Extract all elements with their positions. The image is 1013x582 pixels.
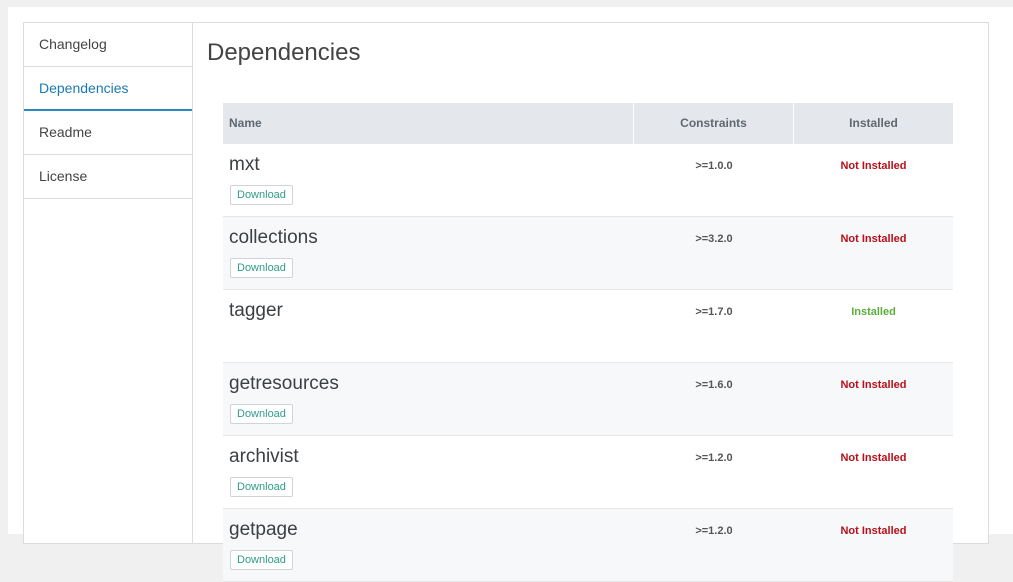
download-button[interactable]: Download (230, 258, 293, 278)
column-header-installed[interactable]: Installed (794, 103, 953, 144)
table-header: Name Constraints Installed (223, 103, 953, 144)
constraint-value: >=3.2.0 (695, 233, 733, 245)
table-row: getresources Download >=1.6.0 Not Instal… (223, 363, 953, 436)
download-button[interactable]: Download (230, 550, 293, 570)
page: Changelog Dependencies Readme License De… (8, 7, 1013, 582)
tab-readme[interactable]: Readme (24, 111, 192, 155)
package-cell: getresources Download (223, 363, 634, 435)
package-name: archivist (229, 446, 299, 467)
package-name: tagger (229, 300, 283, 321)
package-name: getresources (229, 373, 339, 394)
constraint-value: >=1.7.0 (695, 306, 733, 318)
table-row: archivist Download >=1.2.0 Not Installed (223, 436, 953, 509)
download-button[interactable]: Download (230, 404, 293, 424)
sidebar-tabs: Changelog Dependencies Readme License (24, 23, 193, 543)
package-cell: mxt Download (223, 144, 634, 216)
status-installed: Installed (851, 306, 896, 318)
tab-license[interactable]: License (24, 155, 192, 199)
package-name: getpage (229, 519, 298, 540)
column-header-name[interactable]: Name (223, 103, 634, 144)
table-row: tagger >=1.7.0 Installed (223, 290, 953, 363)
status-not-installed: Not Installed (840, 452, 907, 464)
constraint-value: >=1.0.0 (695, 160, 733, 172)
dependencies-table: Name Constraints Installed mxt Download … (223, 103, 953, 582)
status-not-installed: Not Installed (840, 233, 907, 245)
constraint-value: >=1.6.0 (695, 379, 733, 391)
download-button[interactable]: Download (230, 477, 293, 497)
table-row: collections Download >=3.2.0 Not Install… (223, 217, 953, 290)
package-cell: tagger (223, 290, 634, 362)
package-details-panel: Changelog Dependencies Readme License De… (23, 22, 989, 582)
page-title: Dependencies (207, 39, 361, 66)
constraint-value: >=1.2.0 (695, 452, 733, 464)
status-not-installed: Not Installed (840, 525, 907, 537)
download-button[interactable]: Download (230, 185, 293, 205)
table-row: getpage Download >=1.2.0 Not Installed (223, 509, 953, 582)
dependencies-content: Dependencies Name Constraints Installed … (193, 23, 988, 582)
package-cell: getpage Download (223, 509, 634, 581)
package-cell: collections Download (223, 217, 634, 289)
column-header-constraints[interactable]: Constraints (634, 103, 794, 144)
package-name: collections (229, 227, 318, 248)
status-not-installed: Not Installed (840, 379, 907, 391)
tab-changelog[interactable]: Changelog (24, 23, 192, 67)
package-name: mxt (229, 154, 260, 175)
table-row: mxt Download >=1.0.0 Not Installed (223, 144, 953, 217)
constraint-value: >=1.2.0 (695, 525, 733, 537)
table-body: mxt Download >=1.0.0 Not Installed colle… (223, 144, 953, 582)
status-not-installed: Not Installed (840, 160, 907, 172)
tab-dependencies[interactable]: Dependencies (24, 67, 192, 111)
package-cell: archivist Download (223, 436, 634, 508)
